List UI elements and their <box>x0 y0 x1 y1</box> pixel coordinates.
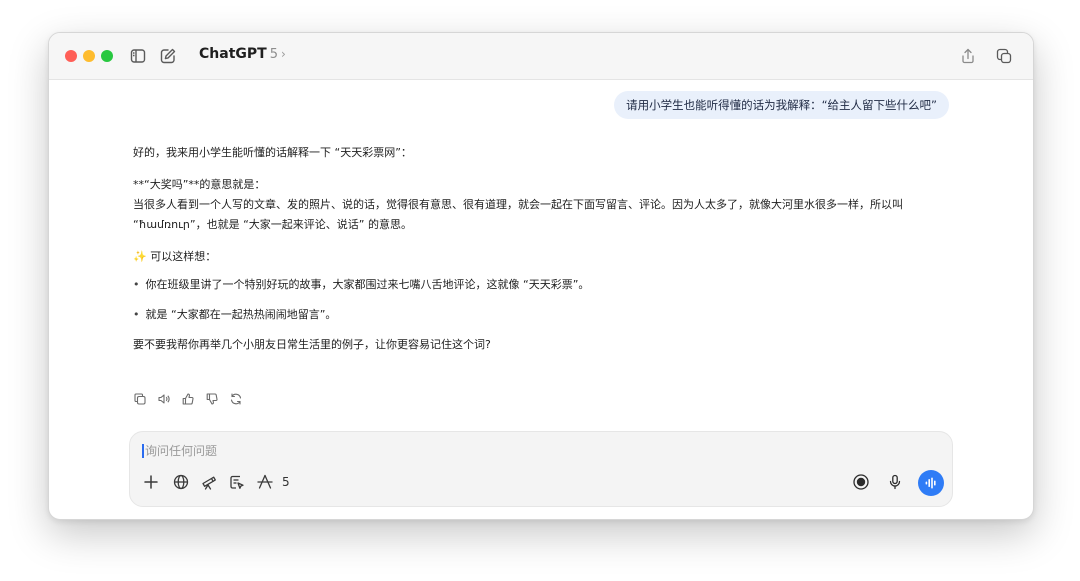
bullet-text: 你在班级里讲了一个特别好玩的故事，大家都围过来七嘴八舌地评论，这就像 “天天彩票… <box>145 278 590 291</box>
message-input[interactable]: 询问任何问题 <box>142 442 217 459</box>
app-name: ChatGPT <box>199 46 267 62</box>
reply-heading: **“大奖吗”**的意思就是： <box>133 178 266 191</box>
share-icon[interactable] <box>959 47 977 65</box>
assistant-reply: 好的，我来用小学生能听懂的话解释一下 “天天彩票网”： **“大奖吗”**的意思… <box>133 143 963 355</box>
globe-icon[interactable] <box>172 473 190 491</box>
voice-mode-icon[interactable] <box>918 470 944 496</box>
chevron-right-icon: › <box>280 47 286 61</box>
text-caret <box>142 443 144 458</box>
message-actions <box>133 392 243 406</box>
sidebar-icon[interactable] <box>129 47 147 65</box>
minimize-window-button[interactable] <box>83 50 95 62</box>
title-bar: ChatGPT 5 › <box>49 33 1033 80</box>
bullet-icon: • <box>133 308 140 321</box>
plus-icon[interactable] <box>142 473 160 491</box>
tool-count: 5 <box>282 475 290 489</box>
think-label: 可以这样想： <box>150 250 217 263</box>
app-window: ChatGPT 5 › 请用小学生也能听得懂的话为我解释：“给主人留下些什么吧”… <box>48 32 1034 520</box>
reply-paragraph: 当很多人看到一个人写的文章、发的照片、说的话，觉得很有意思、很有道理，就会一起在… <box>133 198 903 231</box>
copy-icon[interactable] <box>133 392 147 406</box>
model-version: 5 <box>269 47 278 62</box>
tools-icon[interactable] <box>256 473 274 491</box>
reply-intro: 好的，我来用小学生能听懂的话解释一下 “天天彩票网”： <box>133 146 412 159</box>
thumbs-up-icon[interactable] <box>181 392 195 406</box>
user-message-bubble: 请用小学生也能听得懂的话为我解释：“给主人留下些什么吧” <box>614 91 949 119</box>
read-aloud-icon[interactable] <box>157 392 171 406</box>
microphone-icon[interactable] <box>886 473 904 491</box>
sparkle-icon: ✨ <box>133 250 147 263</box>
record-icon[interactable] <box>852 473 870 491</box>
input-placeholder: 询问任何问题 <box>145 444 218 458</box>
telescope-icon[interactable] <box>200 473 218 491</box>
canvas-icon[interactable] <box>228 473 246 491</box>
new-window-icon[interactable] <box>995 47 1013 65</box>
compose-icon[interactable] <box>159 47 177 65</box>
list-item: • 你在班级里讲了一个特别好玩的故事，大家都围过来七嘴八舌地评论，这就像 “天天… <box>133 275 963 295</box>
thumbs-down-icon[interactable] <box>205 392 219 406</box>
close-window-button[interactable] <box>65 50 77 62</box>
bullet-icon: • <box>133 278 140 291</box>
chat-composer[interactable]: 询问任何问题 5 <box>129 431 953 507</box>
regenerate-icon[interactable] <box>229 392 243 406</box>
list-item: • 就是 “大家都在一起热热闹闹地留言”。 <box>133 305 963 325</box>
bullet-text: 就是 “大家都在一起热热闹闹地留言”。 <box>145 308 337 321</box>
reply-closing: 要不要我帮你再举几个小朋友日常生活里的例子，让你更容易记住这个词? <box>133 338 491 351</box>
think-line: ✨ 可以这样想： <box>133 247 963 267</box>
app-title[interactable]: ChatGPT 5 › <box>199 46 286 62</box>
zoom-window-button[interactable] <box>101 50 113 62</box>
